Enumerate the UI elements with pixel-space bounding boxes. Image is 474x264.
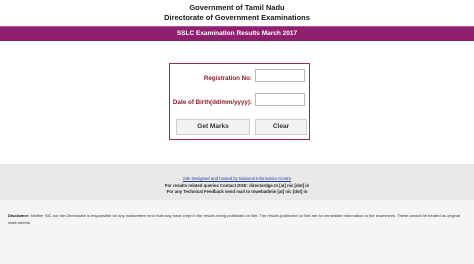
disclaimer-heading: Disclaimer:	[8, 213, 30, 218]
disclaimer-section: Disclaimer: Neither NIC nor the Director…	[0, 200, 474, 264]
results-banner: SSLC Examination Results March 2017	[0, 26, 474, 42]
dob-label: Date of Birth(dd/mm/yyyy):	[172, 99, 252, 106]
dob-input[interactable]	[255, 93, 305, 106]
queries-contact: For results related queries Contact DGE:…	[164, 183, 310, 188]
registration-input[interactable]	[255, 69, 305, 82]
directorate-title: Directorate of Government Examinations	[164, 13, 310, 22]
disclaimer-body: Neither NIC nor the Directorate is respo…	[8, 213, 460, 225]
disclaimer-text: Disclaimer: Neither NIC nor the Director…	[8, 212, 468, 226]
results-form: Registration No: Date of Birth(dd/mm/yyy…	[169, 63, 310, 140]
nic-link[interactable]: Site Designed and hosted by National Inf…	[0, 176, 474, 181]
page-header: Government of Tamil Nadu Directorate of …	[0, 0, 474, 26]
main-area: Registration No: Date of Birth(dd/mm/yyy…	[0, 41, 474, 164]
page-footer: Site Designed and hosted by National Inf…	[0, 164, 474, 200]
clear-button[interactable]: Clear	[255, 119, 307, 135]
government-title: Government of Tamil Nadu	[189, 3, 285, 12]
feedback-contact: For any Technical Feedback send mail to …	[166, 189, 308, 194]
get-marks-button[interactable]: Get Marks	[176, 119, 250, 135]
registration-label: Registration No:	[203, 75, 252, 82]
